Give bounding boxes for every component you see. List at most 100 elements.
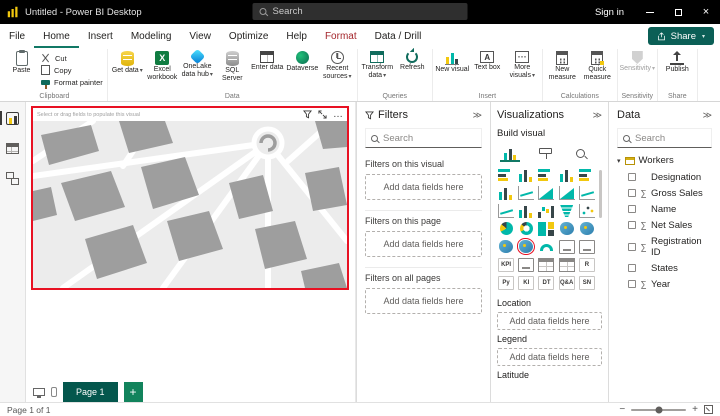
- ribbon-tab-insert[interactable]: Insert: [79, 24, 122, 48]
- visual-type-decomposition-tree[interactable]: DT: [538, 276, 554, 290]
- visual-type-ribbon-chart[interactable]: [518, 204, 534, 218]
- dataverse-button[interactable]: Dataverse: [285, 50, 320, 73]
- visual-type-funnel-chart[interactable]: [560, 205, 573, 217]
- field-name[interactable]: Name: [617, 201, 712, 217]
- collapse-visualizations-icon[interactable]: ≫: [593, 110, 602, 121]
- field-gross-sales[interactable]: ∑Gross Sales: [617, 185, 712, 201]
- paste-button[interactable]: Paste: [4, 50, 39, 75]
- field-checkbox[interactable]: [628, 264, 636, 272]
- field-designation[interactable]: Designation: [617, 169, 712, 185]
- field-well-legend[interactable]: Add data fields here: [497, 348, 602, 366]
- sensitivity-button[interactable]: Sensitivity▾: [620, 50, 655, 73]
- filters-search-input[interactable]: Search: [365, 128, 482, 148]
- minimize-button[interactable]: [636, 0, 664, 24]
- report-canvas[interactable]: Select or drag fields to populate this v…: [26, 102, 356, 382]
- text-box-button[interactable]: AText box: [470, 50, 505, 72]
- close-button[interactable]: ×: [692, 0, 720, 24]
- visual-type-donut-chart[interactable]: [520, 222, 533, 235]
- visual-type-line-and-stacked-column-chart[interactable]: [579, 186, 595, 200]
- visual-type-python-visual[interactable]: Py: [498, 276, 514, 290]
- visual-type-100-stacked-bar-chart[interactable]: [579, 168, 595, 182]
- visual-type-map[interactable]: [560, 222, 574, 235]
- quick-measure-button[interactable]: Quick measure: [580, 50, 615, 82]
- zoom-in-button[interactable]: +: [692, 404, 698, 415]
- ribbon-tab-modeling[interactable]: Modeling: [122, 24, 181, 48]
- sql-server-button[interactable]: SQL Server: [215, 50, 250, 83]
- collapse-data-icon[interactable]: ≫: [703, 110, 712, 121]
- chevron-down-icon[interactable]: ▾: [617, 157, 621, 165]
- field-checkbox[interactable]: [628, 189, 636, 197]
- format-visual-tab[interactable]: [535, 144, 555, 162]
- focus-mode-icon[interactable]: [318, 110, 327, 119]
- field-net-sales[interactable]: ∑Net Sales: [617, 217, 712, 233]
- cut-button[interactable]: Cut: [41, 53, 103, 63]
- mobile-layout-icon[interactable]: [51, 387, 57, 397]
- copy-button[interactable]: Copy: [41, 66, 103, 75]
- field-well-location[interactable]: Add data fields here: [497, 312, 602, 330]
- visual-type-pie-chart[interactable]: [500, 222, 513, 235]
- refresh-button[interactable]: Refresh: [395, 50, 430, 72]
- share-button[interactable]: Share ▾: [648, 27, 714, 45]
- visual-type-kpi[interactable]: KPI: [498, 258, 514, 272]
- visual-type-r-script-visual[interactable]: R: [579, 258, 595, 272]
- visual-type-smart-narrative[interactable]: SN: [579, 276, 595, 290]
- ribbon-tab-home[interactable]: Home: [34, 24, 79, 48]
- filter-drop-zone-filters-on-this-page[interactable]: Add data fields here: [365, 231, 482, 257]
- visual-type-table[interactable]: [538, 258, 554, 272]
- more-options-icon[interactable]: …: [333, 113, 343, 117]
- visual-type-azure-map[interactable]: [519, 240, 533, 253]
- filter-drop-zone-filters-on-this-visual[interactable]: Add data fields here: [365, 174, 482, 200]
- visual-type-stacked-bar-chart[interactable]: [498, 168, 514, 182]
- visual-type-line-and-clustered-column-chart[interactable]: [498, 204, 514, 218]
- transform-data-button[interactable]: Transform data▾: [360, 50, 395, 80]
- visual-type-card[interactable]: [559, 240, 575, 254]
- more-visuals-button[interactable]: More visuals▾: [505, 50, 540, 80]
- visual-type-shape-map[interactable]: [499, 240, 513, 253]
- add-page-button[interactable]: +: [124, 382, 143, 402]
- recent-sources-button[interactable]: Recent sources▾: [320, 50, 355, 81]
- sign-in-button[interactable]: Sign in: [583, 0, 636, 24]
- zoom-slider[interactable]: [631, 409, 686, 411]
- get-data-button[interactable]: Get data▾: [110, 50, 145, 75]
- field-year[interactable]: ∑Year: [617, 276, 712, 292]
- visual-type-multi-row-card[interactable]: [579, 240, 595, 254]
- ribbon-tab-data-drill[interactable]: Data / Drill: [366, 24, 431, 48]
- fit-to-page-icon[interactable]: [704, 405, 713, 414]
- ribbon-tab-file[interactable]: File: [0, 24, 34, 48]
- selected-map-visual[interactable]: Select or drag fields to populate this v…: [31, 106, 349, 290]
- field-checkbox[interactable]: [628, 280, 636, 288]
- visual-type-gauge[interactable]: [540, 244, 553, 251]
- visual-type-area-chart[interactable]: [538, 186, 554, 200]
- filter-drop-zone-filters-on-all-pages[interactable]: Add data fields here: [365, 288, 482, 314]
- field-checkbox[interactable]: [628, 205, 636, 213]
- maximize-button[interactable]: [664, 0, 692, 24]
- visual-type-treemap[interactable]: [538, 222, 554, 236]
- table-view-button[interactable]: [3, 139, 23, 157]
- visual-type-filled-map[interactable]: [580, 222, 594, 235]
- map-visual-canvas[interactable]: [33, 121, 347, 288]
- zoom-out-button[interactable]: −: [619, 404, 625, 415]
- field-registration-id[interactable]: ∑Registration ID: [617, 233, 712, 260]
- visual-type-slicer[interactable]: [518, 258, 534, 272]
- ribbon-tab-help[interactable]: Help: [277, 24, 316, 48]
- visual-type-clustered-column-chart[interactable]: [559, 168, 575, 182]
- model-view-button[interactable]: [3, 169, 23, 187]
- filter-icon[interactable]: [303, 110, 312, 119]
- visual-type-scatter-chart[interactable]: [579, 204, 595, 218]
- ribbon-tab-view[interactable]: View: [180, 24, 220, 48]
- report-view-button[interactable]: [3, 109, 23, 127]
- visual-type-clustered-bar-chart[interactable]: [538, 168, 554, 182]
- publish-button[interactable]: Publish: [660, 50, 695, 74]
- field-checkbox[interactable]: [628, 221, 636, 229]
- collapse-filters-icon[interactable]: ≫: [473, 110, 482, 121]
- grid-scrollbar[interactable]: [599, 170, 602, 218]
- field-states[interactable]: States: [617, 260, 712, 276]
- enter-data-button[interactable]: Enter data: [250, 50, 285, 72]
- table-workers[interactable]: ▾ Workers: [617, 155, 712, 166]
- data-search-input[interactable]: Search: [617, 128, 712, 148]
- new-visual-button[interactable]: New visual: [435, 50, 470, 74]
- page-tab-page1[interactable]: Page 1: [63, 382, 118, 402]
- visual-type-stacked-column-chart[interactable]: [518, 168, 534, 182]
- visual-type-q-a[interactable]: Q&A: [559, 276, 575, 290]
- visual-type-stacked-area-chart[interactable]: [559, 186, 575, 200]
